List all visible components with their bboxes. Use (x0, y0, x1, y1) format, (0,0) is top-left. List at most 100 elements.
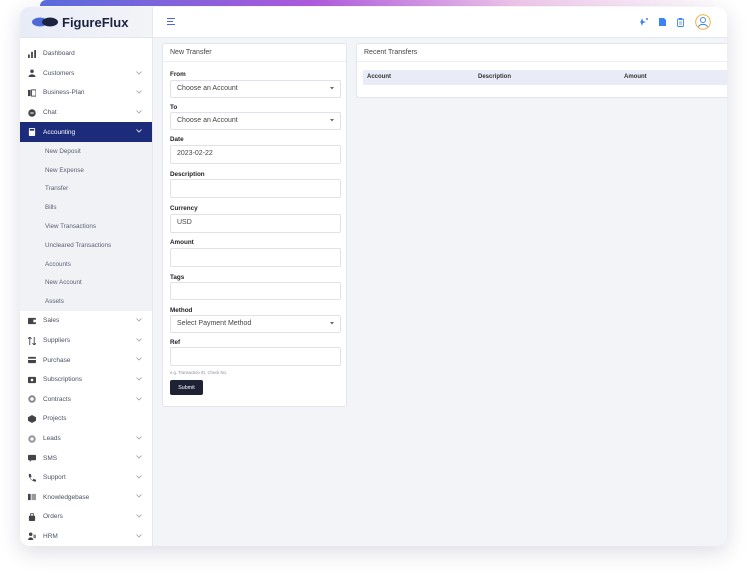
chevron-down-icon (136, 377, 142, 381)
date-value: 2023-02-22 (177, 150, 213, 157)
top-bar-actions (640, 14, 711, 30)
sparkle-icon[interactable] (640, 18, 648, 26)
sidebar-subitem-assets[interactable]: Assets (20, 292, 152, 312)
book-icon (27, 493, 36, 502)
chevron-down-icon (136, 357, 142, 361)
sidebar-item-projects[interactable]: Projects (20, 409, 152, 429)
sidebar-item-contracts[interactable]: Contracts (20, 390, 152, 410)
calculator-icon (27, 128, 36, 137)
amount-label: Amount (170, 239, 194, 246)
currency-label: Currency (170, 205, 198, 212)
clipboard-icon[interactable] (677, 17, 684, 27)
purchase-icon (27, 356, 36, 365)
top-gradient (40, 0, 720, 6)
sidebar-subitem-accounts[interactable]: Accounts (20, 254, 152, 274)
leads-icon (27, 434, 36, 443)
sidebar-item-label: Leads (43, 435, 61, 442)
date-input[interactable]: 2023-02-22 (170, 145, 341, 164)
file-icon[interactable] (659, 18, 666, 26)
column-header-account[interactable]: Account (367, 74, 391, 80)
sidebar-item-label: Accounting (43, 128, 76, 136)
recent-transfers-card: Recent Transfers Account Description Amo… (356, 43, 727, 98)
sidebar-subitem-new-expense[interactable]: New Expense (20, 160, 152, 180)
method-label: Method (170, 307, 193, 314)
hrm-icon (27, 532, 36, 541)
sidebar-item-hrm[interactable]: HRM (20, 527, 152, 546)
from-select[interactable]: Choose an Account (170, 80, 341, 98)
sidebar-subitem-new-account[interactable]: New Account (20, 273, 152, 293)
logo-icon (32, 17, 58, 27)
chevron-down-icon (136, 455, 142, 459)
chevron-down-icon (136, 494, 142, 499)
from-value: Choose an Account (177, 85, 238, 92)
suppliers-icon (27, 336, 36, 345)
chevron-down-icon (136, 318, 142, 322)
sidebar-subitem-uncleared-transactions[interactable]: Uncleared Transactions (20, 235, 152, 255)
sidebar-subitem-transfer[interactable]: Transfer (20, 179, 152, 199)
card-title: Recent Transfers (357, 44, 727, 62)
sidebar-item-knowledgebase[interactable]: Knowledgebase (20, 487, 152, 507)
chevron-down-icon (136, 435, 142, 440)
currency-input[interactable]: USD (170, 214, 341, 233)
card-title: New Transfer (163, 44, 346, 62)
submit-button[interactable]: Submit (170, 380, 203, 395)
sidebar-item-purchase[interactable]: Purchase (20, 350, 152, 370)
sidebar-item-label: Suppliers (43, 337, 71, 345)
sidebar-item-suppliers[interactable]: Suppliers (20, 331, 152, 351)
currency-value: USD (177, 219, 192, 226)
column-header-description[interactable]: Description (478, 74, 511, 80)
main-content: New Transfer From Choose an Account To C… (153, 38, 727, 546)
from-label: From (170, 71, 186, 78)
sidebar-subitem-new-deposit[interactable]: New Deposit (20, 141, 152, 161)
sidebar-item-sms[interactable]: SMS (20, 448, 152, 468)
chevron-down-icon (136, 90, 142, 94)
user-icon (27, 69, 36, 78)
sidebar-item-accounting[interactable]: Accounting (20, 122, 152, 142)
sidebar-item-label: Projects (43, 415, 67, 423)
chat-icon (27, 108, 36, 117)
sidebar-item-sales[interactable]: Sales (20, 311, 152, 331)
sidebar-nav: Dashboard Customers Business-Plan Chat Accou… (20, 38, 152, 546)
sidebar-item-leads[interactable]: Leads (20, 429, 152, 449)
sidebar-item-label: Customers (43, 69, 75, 77)
table-header: Account Description Amount (363, 70, 727, 85)
plan-icon (27, 88, 36, 97)
sidebar-item-dashboard[interactable]: Dashboard (20, 44, 152, 64)
sidebar-item-label: HRM (43, 532, 58, 540)
to-label: To (170, 104, 178, 111)
sidebar-item-subscriptions[interactable]: Subscriptions (20, 370, 152, 390)
method-value: Select Payment Method (177, 320, 252, 327)
user-avatar-icon[interactable] (695, 14, 711, 30)
tags-label: Tags (170, 274, 185, 281)
sidebar-item-label: Support (43, 474, 66, 482)
description-input[interactable] (170, 179, 341, 198)
sidebar-subitem-bills[interactable]: Bills (20, 198, 152, 218)
sidebar-item-business-plan[interactable]: Business-Plan (20, 83, 152, 103)
sidebar-item-label: Chat (43, 109, 57, 117)
sidebar-item-label: Knowledgebase (43, 493, 90, 501)
to-value: Choose an Account (177, 117, 238, 124)
chevron-down-icon (330, 119, 334, 122)
chevron-down-icon (136, 337, 142, 342)
sidebar: FigureFlux Dashboard Customers Business-Pl… (20, 7, 153, 546)
chevron-down-icon (136, 70, 142, 75)
amount-input[interactable] (170, 248, 341, 267)
column-header-amount[interactable]: Amount (624, 74, 647, 80)
chevron-down-icon (330, 87, 334, 90)
sidebar-item-customers[interactable]: Customers (20, 64, 152, 84)
sidebar-item-support[interactable]: Support (20, 468, 152, 488)
method-select[interactable]: Select Payment Method (170, 315, 341, 333)
sidebar-item-label: SMS (43, 454, 58, 462)
sidebar-item-orders[interactable]: Orders (20, 507, 152, 527)
logo[interactable]: FigureFlux (20, 7, 152, 38)
tags-input[interactable] (170, 282, 341, 300)
sidebar-subitem-view-transactions[interactable]: View Transactions (20, 217, 152, 236)
ref-label: Ref (170, 339, 181, 346)
sidebar-item-chat[interactable]: Chat (20, 103, 152, 123)
sidebar-item-label: Subscriptions (43, 376, 83, 384)
ref-input[interactable] (170, 347, 341, 366)
to-select[interactable]: Choose an Account (170, 112, 341, 130)
sidebar-item-label: Purchase (43, 356, 71, 364)
menu-icon[interactable] (167, 18, 175, 26)
bag-icon (27, 512, 36, 521)
